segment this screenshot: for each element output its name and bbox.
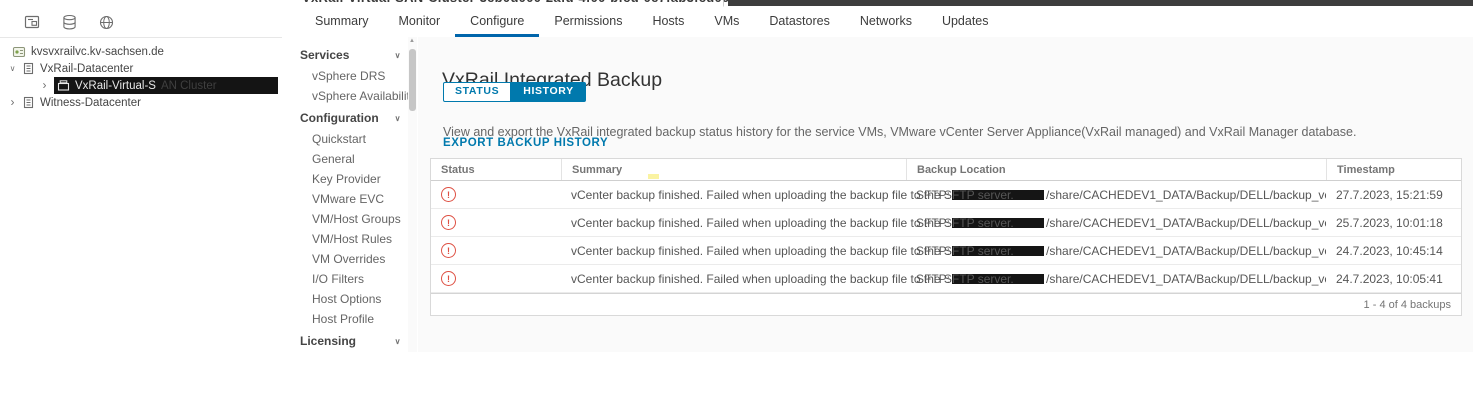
history-toggle-button[interactable]: HISTORY (511, 82, 586, 102)
location-path: /share/CACHEDEV1_DATA/Backup/DELL/backup… (1046, 216, 1326, 230)
confignav-item-quickstart[interactable]: Quickstart (282, 129, 418, 149)
column-header-timestamp: Timestamp (1326, 159, 1461, 180)
table-row[interactable]: vCenter backup finished. Failed when upl… (431, 237, 1461, 265)
error-status-icon (441, 271, 456, 286)
location-path: /share/CACHEDEV1_DATA/Backup/DELL/backup… (1046, 272, 1326, 286)
tab-permissions[interactable]: Permissions (539, 8, 637, 37)
divider (722, 0, 725, 7)
cluster-icon (57, 79, 70, 92)
table-row[interactable]: vCenter backup finished. Failed when upl… (431, 265, 1461, 293)
tab-vms[interactable]: VMs (699, 8, 754, 37)
tab-hosts[interactable]: Hosts (637, 8, 699, 37)
inventory-panel: kvsvxrailvc.kv-sachsen.de VxRail-Datacen… (0, 0, 283, 352)
tree-item-label: Witness-Datacenter (40, 97, 141, 109)
location-path: /share/CACHEDEV1_DATA/Backup/DELL/backup… (1046, 244, 1326, 258)
view-toggle: STATUS HISTORY (443, 82, 586, 102)
timestamp-cell: 27.7.2023, 15:21:59 (1326, 181, 1461, 208)
confignav-section-services[interactable]: Services (282, 43, 418, 66)
inventory-view-switcher (22, 12, 116, 32)
confignav-item-vmware-evc[interactable]: VMware EVC (282, 189, 418, 209)
confignav-item-host-options[interactable]: Host Options (282, 289, 418, 309)
chevron-down-icon (393, 51, 402, 60)
confignav-item-io-filters[interactable]: I/O Filters (282, 269, 418, 289)
table-header-row: Status Summary Backup Location Timestamp (431, 159, 1461, 181)
section-label: Licensing (300, 334, 356, 348)
datacenter-icon (22, 96, 35, 109)
chevron-down-icon (393, 114, 402, 123)
tree-item-label: VxRail-Virtual-S (75, 80, 156, 92)
status-toggle-button[interactable]: STATUS (443, 82, 511, 102)
main-content: VxRail Integrated Backup STATUS HISTORY … (418, 37, 1473, 352)
chevron-down-icon (393, 337, 402, 346)
confignav-item-key-provider[interactable]: Key Provider (282, 169, 418, 189)
timestamp-cell: 25.7.2023, 10:01:18 (1326, 209, 1461, 236)
error-status-icon (441, 187, 456, 202)
networking-icon[interactable] (96, 12, 116, 32)
vcenter-icon (12, 45, 26, 59)
table-footer: 1 - 4 of 4 backups (431, 293, 1461, 315)
confignav-item-vsphere-drs[interactable]: vSphere DRS (282, 66, 418, 86)
object-title: VxRail-Virtual-SAN-Cluster-3eb0d000-2afd… (302, 0, 730, 5)
location-path: /share/CACHEDEV1_DATA/Backup/DELL/backup… (1046, 188, 1326, 202)
tree-item-label: kvsvxrailvc.kv-sachsen.de (31, 46, 164, 58)
timestamp-cell: 24.7.2023, 10:45:14 (1326, 237, 1461, 264)
chevron-down-icon[interactable] (8, 64, 17, 73)
column-header-summary: Summary (561, 159, 906, 180)
configure-nav-panel: Services vSphere DRS vSphere Availabilit… (282, 37, 418, 352)
object-title-strip: VxRail-Virtual-SAN-Cluster-3eb0d000-2afd… (282, 0, 1473, 8)
tree-item-label-redacted: AN Cluster (161, 80, 217, 92)
column-header-backup-location: Backup Location (906, 159, 1326, 180)
confignav-item-host-profile[interactable]: Host Profile (282, 309, 418, 329)
table-row[interactable]: vCenter backup finished. Failed when upl… (431, 181, 1461, 209)
confignav-item-vm-host-rules[interactable]: VM/Host Rules (282, 229, 418, 249)
error-status-icon (441, 215, 456, 230)
confignav-item-vm-overrides[interactable]: VM Overrides (282, 249, 418, 269)
tab-updates[interactable]: Updates (927, 8, 1004, 37)
tab-monitor[interactable]: Monitor (383, 8, 455, 37)
scrollbar[interactable] (408, 37, 417, 352)
vsphere-client-window: kvsvxrailvc.kv-sachsen.de VxRail-Datacen… (0, 0, 1473, 409)
summary-cell: vCenter backup finished. Failed when upl… (561, 181, 906, 208)
redaction-bar: VxRail-Virtual-S AN Cluster (54, 77, 278, 94)
divider (0, 37, 282, 38)
confignav-item-general[interactable]: General (282, 149, 418, 169)
summary-cell: vCenter backup finished. Failed when upl… (561, 237, 906, 264)
datacenter-icon (22, 62, 35, 75)
timestamp-cell: 24.7.2023, 10:05:41 (1326, 265, 1461, 292)
summary-cell: vCenter backup finished. Failed when upl… (561, 209, 906, 236)
tab-networks[interactable]: Networks (845, 8, 927, 37)
confignav-section-configuration[interactable]: Configuration (282, 106, 418, 129)
tree-item-vcenter[interactable]: kvsvxrailvc.kv-sachsen.de (0, 43, 282, 60)
summary-cell: vCenter backup finished. Failed when upl… (561, 265, 906, 292)
redaction-bar (728, 0, 1473, 6)
tab-datastores[interactable]: Datastores (754, 8, 844, 37)
section-label: Services (300, 48, 349, 62)
scrollbar-thumb[interactable] (409, 49, 416, 111)
storage-icon[interactable] (59, 12, 79, 32)
chevron-right-icon[interactable] (8, 98, 17, 108)
column-header-label: Summary (572, 164, 622, 176)
column-header-status: Status (431, 159, 561, 180)
vms-and-templates-icon[interactable] (22, 12, 42, 32)
tree-item-witness-datacenter[interactable]: Witness-Datacenter (0, 94, 282, 111)
tab-configure[interactable]: Configure (455, 8, 539, 37)
tab-summary[interactable]: Summary (300, 8, 383, 37)
pagination-summary: 1 - 4 of 4 backups (1364, 299, 1451, 311)
table-row[interactable]: vCenter backup finished. Failed when upl… (431, 209, 1461, 237)
tree-item-vxrail-cluster-selected[interactable]: VxRail-Virtual-S AN Cluster (0, 77, 282, 94)
confignav-item-vsphere-availability[interactable]: vSphere Availability (282, 86, 418, 106)
tree-item-vxrail-datacenter[interactable]: VxRail-Datacenter (0, 60, 282, 77)
section-label: Configuration (300, 111, 379, 125)
tree-item-label: VxRail-Datacenter (40, 63, 133, 75)
backup-history-table: Status Summary Backup Location Timestamp… (430, 158, 1462, 316)
chevron-right-icon[interactable] (40, 81, 49, 91)
export-backup-history-link[interactable]: EXPORT BACKUP HISTORY (443, 137, 608, 149)
highlight-artifact (648, 174, 659, 179)
error-status-icon (441, 243, 456, 258)
confignav-section-licensing[interactable]: Licensing (282, 329, 418, 352)
object-tab-bar: Summary Monitor Configure Permissions Ho… (282, 8, 1473, 37)
confignav-item-vm-host-groups[interactable]: VM/Host Groups (282, 209, 418, 229)
